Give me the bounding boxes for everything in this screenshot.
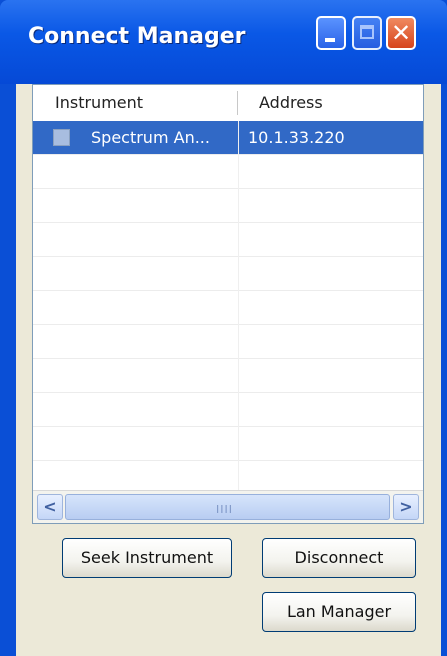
grip-icon: IIII: [216, 503, 233, 516]
column-separator[interactable]: [237, 91, 238, 115]
connect-manager-window: Connect Manager ✕ Instrument Address Spe…: [0, 0, 447, 656]
list-item[interactable]: Spectrum An... 10.1.33.220: [33, 121, 423, 155]
seek-instrument-button[interactable]: Seek Instrument: [62, 538, 232, 578]
empty-row: [33, 257, 423, 291]
empty-row: [33, 325, 423, 359]
instrument-checkbox[interactable]: [53, 129, 70, 146]
empty-row: [33, 155, 423, 189]
column-divider: [238, 121, 239, 491]
column-header-instrument[interactable]: Instrument: [55, 85, 143, 121]
column-header-address[interactable]: Address: [259, 85, 323, 121]
empty-row: [33, 223, 423, 257]
maximize-icon: [360, 25, 374, 39]
close-button[interactable]: ✕: [386, 16, 416, 50]
maximize-button[interactable]: [352, 16, 382, 50]
minimize-icon: [325, 38, 335, 42]
empty-row: [33, 393, 423, 427]
window-title: Connect Manager: [28, 24, 246, 49]
lan-manager-button[interactable]: Lan Manager: [262, 592, 416, 632]
horizontal-scrollbar[interactable]: < IIII >: [33, 490, 423, 523]
list-header: Instrument Address: [33, 85, 423, 122]
instrument-address: 10.1.33.220: [248, 128, 345, 147]
empty-row: [33, 189, 423, 223]
minimize-button[interactable]: [316, 16, 346, 50]
chevron-right-icon: >: [399, 497, 413, 516]
title-bar[interactable]: Connect Manager ✕: [0, 0, 447, 84]
instrument-list[interactable]: Instrument Address Spectrum An... 10.1.3…: [32, 84, 424, 524]
empty-row: [33, 427, 423, 461]
chevron-left-icon: <: [43, 497, 57, 516]
disconnect-button[interactable]: Disconnect: [262, 538, 416, 578]
empty-row: [33, 359, 423, 393]
empty-row: [33, 291, 423, 325]
close-icon: ✕: [390, 19, 412, 47]
scroll-thumb[interactable]: IIII: [65, 494, 390, 520]
scroll-right-button[interactable]: >: [393, 494, 419, 520]
scroll-left-button[interactable]: <: [37, 494, 63, 520]
instrument-name: Spectrum An...: [87, 121, 214, 154]
client-area: Instrument Address Spectrum An... 10.1.3…: [16, 84, 441, 656]
